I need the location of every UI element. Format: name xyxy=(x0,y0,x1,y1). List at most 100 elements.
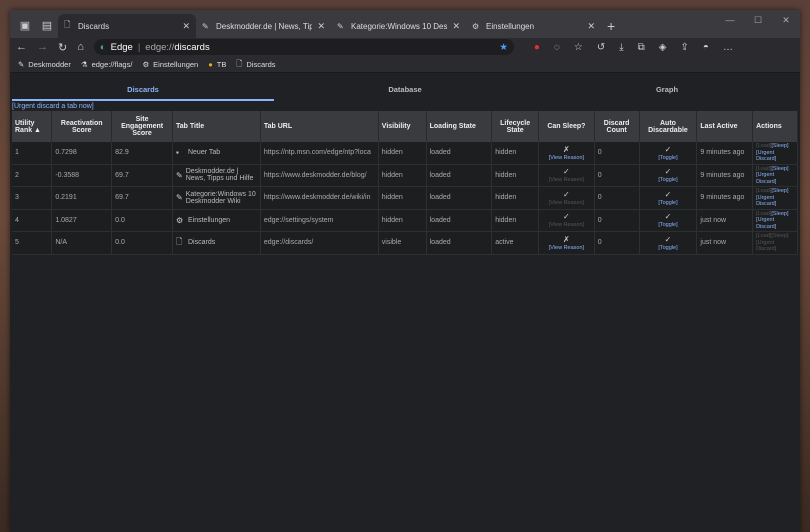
header-discard-count[interactable]: Discard Count xyxy=(594,111,640,142)
collections-icon[interactable]: ⧉ xyxy=(638,42,645,53)
deskmodder-icon: ✎ xyxy=(202,21,209,31)
toggle-link[interactable]: [Toggle] xyxy=(658,200,677,206)
auto-discardable-cell: ✓ [Toggle] xyxy=(639,209,698,232)
download-icon[interactable]: ⤓ xyxy=(619,42,623,53)
forward-icon[interactable]: → xyxy=(37,41,48,53)
urgent-discard-link[interactable]: [Urgent Discard] xyxy=(756,217,776,230)
browser-tab[interactable]: ⚙ Einstellungen ✕ xyxy=(466,14,601,38)
deskmodder-icon: ✎ xyxy=(175,170,183,180)
toggle-link[interactable]: [Toggle] xyxy=(658,245,677,251)
can-sleep-mark: ✓ xyxy=(563,189,570,199)
more-icon[interactable]: … xyxy=(723,42,733,53)
header-loading-state[interactable]: Loading State xyxy=(426,111,493,142)
extension-icon[interactable]: ◌ xyxy=(554,42,560,53)
last-active-cell: just now xyxy=(696,209,754,232)
toggle-link[interactable]: [Toggle] xyxy=(658,177,677,183)
browser-tab[interactable]: ✎ Deskmodder.de | News, Tipps und Hilfe ✕ xyxy=(196,14,331,38)
can-sleep-cell: ✗ [View Reason] xyxy=(538,142,595,165)
header-auto-discardable[interactable]: Auto Discardable xyxy=(639,111,698,142)
header-tab-title[interactable]: Tab Title xyxy=(172,111,261,142)
header-reactivation-score[interactable]: Reactivation Score xyxy=(51,111,113,142)
table-row: 4 1.0827 0.0 ⚙ Einstellungen edge://settings/… xyxy=(12,209,798,232)
discards-tabs: Discards Database Graph xyxy=(12,73,798,101)
sleep-link[interactable]: [Sleep] xyxy=(771,166,788,172)
urgent-discard-link[interactable]: [Urgent discard a tab now] xyxy=(12,103,798,110)
tab-discards[interactable]: Discards xyxy=(12,80,274,101)
share-icon[interactable]: ⇪ xyxy=(681,42,689,53)
toggle-link[interactable]: [Toggle] xyxy=(658,155,677,161)
home-icon[interactable]: ⌂ xyxy=(77,41,84,53)
bookmark[interactable]: ✎ Deskmodder xyxy=(18,60,71,69)
view-reason-link[interactable]: [View Reason] xyxy=(549,155,584,161)
table-row: 1 0.7298 82.9 ▪ Neuer Tab https://ntp.msn.com… xyxy=(12,142,798,165)
sleep-link[interactable]: [Sleep] xyxy=(771,188,788,194)
favorite-star-icon[interactable]: ★ xyxy=(499,42,508,53)
engagement-score-cell: 0.0 xyxy=(111,231,173,255)
minimize-button[interactable]: — xyxy=(716,10,744,30)
new-tab-button[interactable]: + xyxy=(607,18,615,34)
sleep-link[interactable]: [Sleep] xyxy=(771,143,788,149)
urgent-discard-link[interactable]: [Urgent Discard] xyxy=(756,150,776,163)
header-visibility[interactable]: Visibility xyxy=(378,111,427,142)
urgent-discard-link[interactable]: [Urgent Discard] xyxy=(756,172,776,185)
extension-icon[interactable]: ◈ xyxy=(659,42,667,53)
discard-count-cell: 0 xyxy=(594,186,640,210)
page-icon: 🗋 xyxy=(236,58,243,68)
auto-discardable-cell: ✓ [Toggle] xyxy=(639,231,698,255)
tab-graph[interactable]: Graph xyxy=(536,80,798,101)
bookmarks-bar: ✎ Deskmodder ⚗ edge://flags/ ⚙ Einstellunge… xyxy=(10,56,800,73)
tab-url-cell: https://www.deskmodder.de/wiki/in xyxy=(260,186,379,210)
profile-avatar[interactable]: ◓ xyxy=(703,42,709,53)
auto-discardable-cell: ✓ [Toggle] xyxy=(639,186,698,210)
bookmark[interactable]: ⚙ Einstellungen xyxy=(142,60,198,69)
header-actions[interactable]: Actions xyxy=(752,111,798,142)
close-icon[interactable]: ✕ xyxy=(182,21,190,32)
tab-title: Kategorie:Windows 10 Deskmodder Wiki xyxy=(351,21,448,31)
bookmark[interactable]: ⚗ edge://flags/ xyxy=(81,60,133,69)
browser-tab[interactable]: ✎ Kategorie:Windows 10 Deskmodder Wiki ✕ xyxy=(331,14,466,38)
bookmark[interactable]: 🗋 Discards xyxy=(236,58,275,71)
can-sleep-mark: ✓ xyxy=(563,167,570,177)
history-icon[interactable]: ↺ xyxy=(597,42,605,53)
favorites-icon[interactable]: ☆ xyxy=(574,42,583,53)
tab-url-cell: edge://discards/ xyxy=(260,231,379,255)
header-last-active[interactable]: Last Active xyxy=(696,111,754,142)
urgent-discard-link[interactable]: [Urgent Discard] xyxy=(756,195,776,208)
tab-title-cell: ✎ Kategorie:Windows 10 Deskmodder Wiki xyxy=(172,186,261,210)
toggle-link[interactable]: [Toggle] xyxy=(658,222,677,228)
bookmark[interactable]: ● TB xyxy=(208,60,226,69)
loading-state-cell: loaded xyxy=(426,231,493,255)
tab-actions-icon[interactable]: ▤ xyxy=(36,14,58,36)
discards-table: Utility Rank ▲ Reactivation Score Site Eng… xyxy=(12,111,798,255)
tab-database[interactable]: Database xyxy=(274,80,536,101)
tab-title-cell: ▪ Neuer Tab xyxy=(172,142,261,165)
back-icon[interactable]: ← xyxy=(16,41,27,53)
header-utility-rank[interactable]: Utility Rank ▲ xyxy=(12,111,53,142)
workspaces-icon[interactable]: ▣ xyxy=(14,14,36,36)
tab-title: Deskmodder.de | News, Tipps und Hilfe xyxy=(216,21,313,31)
maximize-button[interactable]: ☐ xyxy=(744,10,772,30)
close-icon[interactable]: ✕ xyxy=(317,21,325,32)
header-tab-url[interactable]: Tab URL xyxy=(260,111,379,142)
header-lifecycle-state[interactable]: Lifecycle State xyxy=(491,111,540,142)
last-active-cell: 9 minutes ago xyxy=(696,186,754,210)
bookmark-label: Einstellungen xyxy=(153,59,199,69)
can-sleep-cell: ✓ [View Reason] xyxy=(538,164,595,187)
address-bar[interactable]: ◐ Edge | edge://discards ★ xyxy=(93,39,514,55)
extension-icon[interactable]: ● xyxy=(534,42,540,53)
close-icon[interactable]: ✕ xyxy=(452,21,460,32)
loading-state-cell: loaded xyxy=(426,186,493,210)
view-reason-link[interactable]: [View Reason] xyxy=(549,245,584,251)
browser-tab[interactable]: 🗋 Discards ✕ xyxy=(58,14,196,38)
sleep-link[interactable]: [Sleep] xyxy=(771,211,788,217)
close-icon[interactable]: ✕ xyxy=(587,21,595,32)
tab-title-text: Discards xyxy=(187,239,216,247)
close-window-button[interactable]: ✕ xyxy=(772,10,800,30)
deskmodder-icon: ✎ xyxy=(337,21,344,31)
header-site-engagement-score[interactable]: Site Engagement Score xyxy=(111,111,173,142)
visibility-cell: hidden xyxy=(378,142,427,165)
refresh-icon[interactable]: ↻ xyxy=(58,41,67,54)
header-can-sleep[interactable]: Can Sleep? xyxy=(538,111,595,142)
can-sleep-mark: ✓ xyxy=(563,212,570,222)
tab-title: Einstellungen xyxy=(486,21,535,31)
